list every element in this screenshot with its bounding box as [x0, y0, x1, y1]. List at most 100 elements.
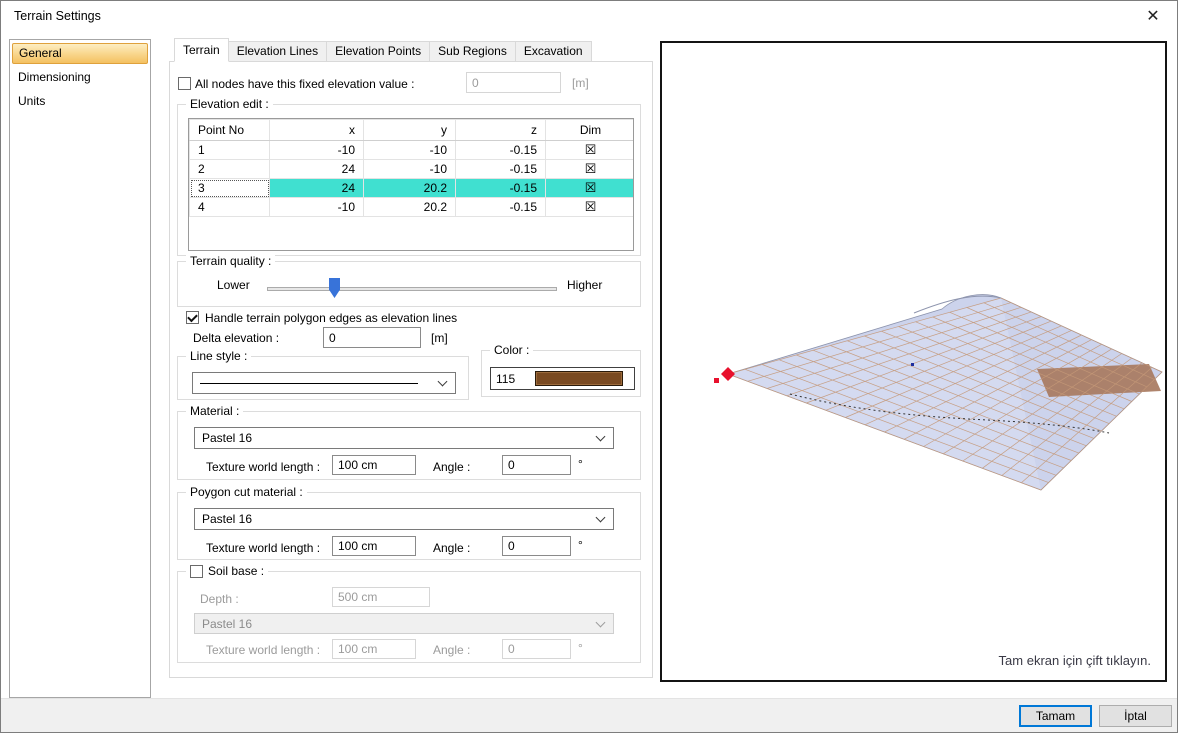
angle-label: Angle :: [433, 460, 470, 474]
depth-label: Depth :: [200, 592, 239, 606]
window-title: Terrain Settings: [14, 9, 101, 23]
sidebar-item-dimensioning[interactable]: Dimensioning: [12, 67, 148, 88]
cell-point[interactable]: 1: [190, 141, 270, 160]
footer-bar: Tamam İptal: [1, 698, 1177, 732]
line-style-combo[interactable]: [192, 372, 456, 394]
fixed-elevation-unit: [m]: [572, 76, 589, 90]
color-control[interactable]: 115: [490, 367, 635, 390]
elevation-table-container[interactable]: Point No x y z Dim 1 -10 -10 -0.15: [188, 118, 634, 251]
dim-checkbox[interactable]: ☒: [546, 179, 635, 198]
cell-point[interactable]: 3: [190, 179, 270, 198]
tab-elevation-lines[interactable]: Elevation Lines: [228, 41, 327, 62]
cell-z[interactable]: -0.15: [456, 141, 546, 160]
elevation-edit-title: Elevation edit :: [186, 97, 273, 111]
sidebar-item-label: General: [19, 46, 62, 60]
title-bar: Terrain Settings ✕: [1, 1, 1177, 31]
col-dim[interactable]: Dim: [546, 120, 635, 141]
ok-button[interactable]: Tamam: [1019, 705, 1092, 727]
elevation-table: Point No x y z Dim 1 -10 -10 -0.15: [189, 119, 634, 217]
delta-elevation-input[interactable]: [323, 327, 421, 348]
close-icon[interactable]: ✕: [1142, 6, 1164, 26]
soil-angle-input[interactable]: [502, 639, 571, 659]
polygon-cut-texture-input[interactable]: [332, 536, 416, 556]
line-style-group: Line style :: [177, 356, 469, 400]
sidebar: General Dimensioning Units: [9, 39, 151, 698]
cell-z[interactable]: -0.15: [456, 198, 546, 217]
table-row-selected[interactable]: 3 24 20.2 -0.15 ☒: [190, 179, 635, 198]
slider-thumb[interactable]: [329, 278, 340, 298]
cell-z[interactable]: -0.15: [456, 179, 546, 198]
table-row[interactable]: 2 24 -10 -0.15 ☒: [190, 160, 635, 179]
terrain-quality-slider[interactable]: [267, 287, 557, 291]
cell-y[interactable]: 20.2: [364, 179, 456, 198]
angle-label: Angle :: [433, 541, 470, 555]
delta-elevation-unit: [m]: [431, 331, 448, 345]
soil-depth-input[interactable]: [332, 587, 430, 607]
tab-elevation-points[interactable]: Elevation Points: [326, 41, 430, 62]
cell-y[interactable]: -10: [364, 141, 456, 160]
line-style-title: Line style :: [186, 349, 251, 363]
tab-excavation[interactable]: Excavation: [515, 41, 592, 62]
handle-edges-checkbox[interactable]: [186, 311, 199, 324]
soil-base-group: Soil base : Depth : Pastel 16 Texture wo…: [177, 571, 641, 663]
degree-sign: °: [578, 457, 583, 471]
table-row[interactable]: 4 -10 20.2 -0.15 ☒: [190, 198, 635, 217]
fixed-elevation-label: All nodes have this fixed elevation valu…: [195, 77, 414, 91]
terrain-settings-dialog: Terrain Settings ✕ General Dimensioning …: [0, 0, 1178, 733]
terrain-preview[interactable]: Tam ekran için çift tıklayın.: [660, 41, 1167, 682]
angle-label: Angle :: [433, 643, 470, 657]
cell-point[interactable]: 2: [190, 160, 270, 179]
cell-x[interactable]: 24: [270, 160, 364, 179]
soil-material-combo[interactable]: Pastel 16: [194, 613, 614, 634]
polygon-cut-title: Poygon cut material :: [186, 485, 307, 499]
polygon-cut-material-group: Poygon cut material : Pastel 16 Texture …: [177, 492, 641, 560]
col-z[interactable]: z: [456, 120, 546, 141]
cell-x[interactable]: -10: [270, 198, 364, 217]
sidebar-item-general[interactable]: General: [12, 43, 148, 64]
cell-x[interactable]: 24: [270, 179, 364, 198]
col-x[interactable]: x: [270, 120, 364, 141]
cell-y[interactable]: 20.2: [364, 198, 456, 217]
polygon-cut-combo[interactable]: Pastel 16: [194, 508, 614, 530]
col-point-no[interactable]: Point No: [190, 120, 270, 141]
texture-length-label: Texture world length :: [206, 643, 320, 657]
soil-base-checkbox[interactable]: [190, 565, 203, 578]
cell-point[interactable]: 4: [190, 198, 270, 217]
table-row[interactable]: 1 -10 -10 -0.15 ☒: [190, 141, 635, 160]
cell-x[interactable]: -10: [270, 141, 364, 160]
sidebar-item-label: Dimensioning: [18, 70, 91, 84]
soil-material-value: Pastel 16: [202, 617, 252, 631]
elevation-edit-group: Elevation edit : Point No x y z Dim: [177, 104, 641, 256]
material-combo[interactable]: Pastel 16: [194, 427, 614, 449]
color-group: Color : 115: [481, 350, 641, 397]
dim-checkbox[interactable]: ☒: [546, 198, 635, 217]
fixed-elevation-checkbox[interactable]: [178, 77, 191, 90]
color-swatch[interactable]: [535, 371, 623, 386]
cell-z[interactable]: -0.15: [456, 160, 546, 179]
dim-checkbox[interactable]: ☒: [546, 141, 635, 160]
degree-sign: °: [578, 538, 583, 552]
cancel-button[interactable]: İptal: [1099, 705, 1172, 727]
polygon-cut-value: Pastel 16: [202, 512, 252, 526]
chevron-down-icon: [596, 432, 606, 442]
fullscreen-hint: Tam ekran için çift tıklayın.: [999, 653, 1151, 668]
terrain-tab-page: All nodes have this fixed elevation valu…: [169, 61, 653, 678]
col-y[interactable]: y: [364, 120, 456, 141]
cell-y[interactable]: -10: [364, 160, 456, 179]
fixed-elevation-input[interactable]: [466, 72, 561, 93]
polygon-cut-angle-input[interactable]: [502, 536, 571, 556]
line-style-sample: [200, 383, 418, 384]
texture-length-label: Texture world length :: [206, 460, 320, 474]
sidebar-item-units[interactable]: Units: [12, 91, 148, 112]
terrain-3d-view: [662, 43, 1165, 680]
tab-terrain[interactable]: Terrain: [174, 38, 229, 62]
soil-texture-input[interactable]: [332, 639, 416, 659]
dim-checkbox[interactable]: ☒: [546, 160, 635, 179]
slider-lower-label: Lower: [217, 278, 250, 292]
slider-higher-label: Higher: [567, 278, 602, 292]
tab-sub-regions[interactable]: Sub Regions: [429, 41, 516, 62]
material-angle-input[interactable]: [502, 455, 571, 475]
material-texture-input[interactable]: [332, 455, 416, 475]
color-index: 115: [491, 372, 535, 386]
tab-strip: Terrain Elevation Lines Elevation Points…: [174, 38, 591, 62]
